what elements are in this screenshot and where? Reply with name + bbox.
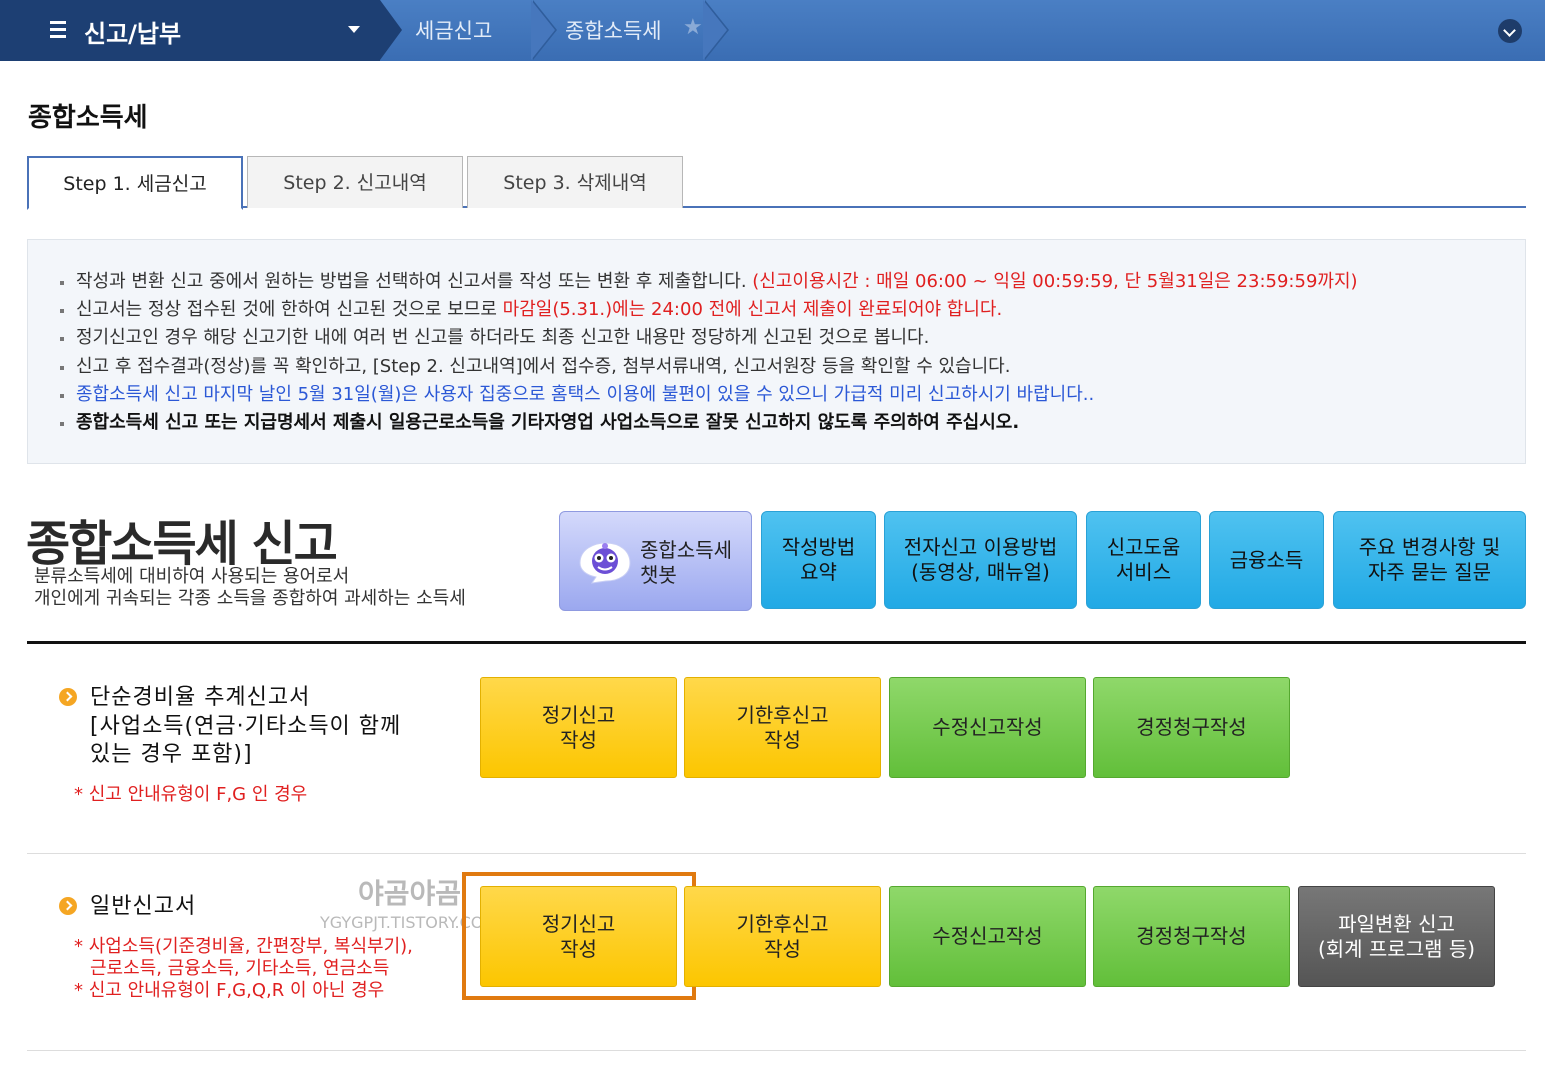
general-amend-filing-button[interactable]: 수정신고작성: [889, 886, 1086, 987]
notice-item: 작성과 변환 신고 중에서 원하는 방법을 선택하여 신고서를 작성 또는 변환…: [58, 268, 1358, 296]
page-title: 종합소득세: [28, 103, 148, 133]
section2-title: 일반신고서: [90, 894, 197, 919]
top-nav-bar: 신고/납부 세금신고 종합소득세 ★: [0, 0, 1545, 61]
chatbot-button[interactable]: 종합소득세 챗봇: [559, 511, 752, 611]
section-divider: [27, 853, 1526, 854]
chatbot-label-line1: 종합소득세: [640, 538, 732, 562]
simple-late-filing-button[interactable]: 기한후신고 작성: [684, 677, 881, 778]
breadcrumb-separator-icon: [531, 0, 557, 61]
simple-regular-filing-button[interactable]: 정기신고 작성: [480, 677, 677, 778]
general-late-filing-button[interactable]: 기한후신고 작성: [684, 886, 881, 987]
favorite-star-icon[interactable]: ★: [683, 15, 703, 40]
notice-box: 작성과 변환 신고 중에서 원하는 방법을 선택하여 신고서를 작성 또는 변환…: [27, 239, 1526, 464]
e-filing-guide-button[interactable]: 전자신고 이용방법 (동영상, 매뉴얼): [884, 511, 1077, 609]
financial-income-button[interactable]: 금융소득: [1209, 511, 1324, 609]
collapse-chevron-icon[interactable]: [1498, 19, 1522, 43]
notice-item: 종합소득세 신고 마지막 날인 5월 31일(월)은 사용자 집중으로 홈택스 …: [58, 381, 1358, 409]
general-correction-claim-button[interactable]: 경정청구작성: [1093, 886, 1290, 987]
arrow-bullet-icon: [59, 897, 77, 915]
simple-correction-claim-button[interactable]: 경정청구작성: [1093, 677, 1290, 778]
section-heading: 종합소득세 신고: [26, 516, 338, 572]
simple-amend-filing-button[interactable]: 수정신고작성: [889, 677, 1086, 778]
section2-note: * 사업소득(기준경비율, 간편장부, 복식부기), 근로소득, 금융소득, 기…: [74, 936, 413, 1001]
section-divider: [27, 641, 1526, 644]
writing-guide-button[interactable]: 작성방법 요약: [761, 511, 876, 609]
hamburger-menu-icon[interactable]: [50, 21, 66, 39]
notice-item: 신고서는 정상 접수된 것에 한하여 신고된 것으로 보므로 마감일(5.31.…: [58, 296, 1358, 324]
highlight-box: [462, 872, 696, 1000]
notice-item: 정기신고인 경우 해당 신고기한 내에 여러 번 신고를 하더라도 최종 신고한…: [58, 324, 1358, 352]
section1-title: 단순경비율 추계신고서 [사업소득(연금·기타소득이 함께 있는 경우 포함)]: [90, 685, 402, 767]
chatbot-label-line2: 챗봇: [640, 563, 677, 587]
tab-step1-tax-filing[interactable]: Step 1. 세금신고: [27, 156, 243, 210]
filing-help-service-button[interactable]: 신고도움 서비스: [1086, 511, 1201, 609]
file-conversion-filing-button[interactable]: 파일변환 신고 (회계 프로그램 등): [1298, 886, 1495, 987]
faq-button[interactable]: 주요 변경사항 및 자주 묻는 질문: [1333, 511, 1526, 609]
section1-note: * 신고 안내유형이 F,G 인 경우: [74, 784, 308, 805]
step-tabs: Step 1. 세금신고 Step 2. 신고내역 Step 3. 삭제내역: [27, 156, 1526, 210]
chevron-down-icon[interactable]: [348, 26, 360, 33]
breadcrumb-tax-filing[interactable]: 세금신고: [415, 15, 492, 45]
notice-item: 종합소득세 신고 또는 지급명세서 제출시 일용근로소득을 기타자영업 사업소득…: [58, 409, 1358, 437]
tab-step2-filing-history[interactable]: Step 2. 신고내역: [247, 156, 463, 208]
notice-item: 신고 후 접수결과(정상)를 꼭 확인하고, [Step 2. 신고내역]에서 …: [58, 353, 1358, 381]
nav-title[interactable]: 신고/납부: [84, 14, 181, 49]
arrow-bullet-icon: [59, 688, 77, 706]
breadcrumb-separator-icon: [703, 0, 729, 61]
tab-step3-deleted-history[interactable]: Step 3. 삭제내역: [467, 156, 683, 208]
heading-description: 분류소득세에 대비하여 사용되는 용어로서 개인에게 귀속되는 각종 소득을 종…: [34, 566, 466, 609]
breadcrumb-income-tax[interactable]: 종합소득세: [565, 15, 662, 45]
chatbot-icon: [579, 542, 631, 584]
watermark-text: 야곰야곰: [358, 877, 462, 910]
section-divider: [27, 1050, 1526, 1051]
